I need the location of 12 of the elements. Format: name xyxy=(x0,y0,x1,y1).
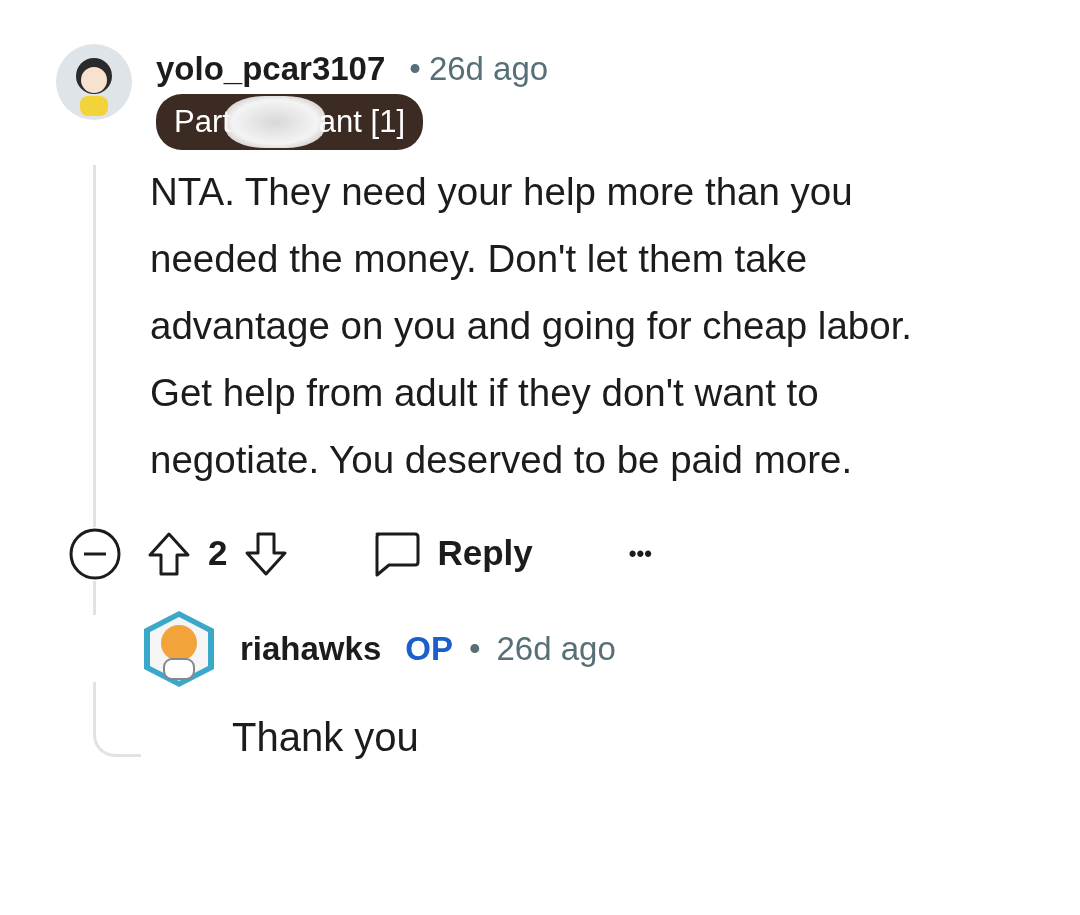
vote-count: 2 xyxy=(208,532,228,575)
comment-text: NTA. They need your help more than you needed the money. Don't let them take advantage on you and going for cheap labor. Get help from adult if they don't want to negotiate. You deserved to be paid more. xyxy=(150,168,914,483)
timestamp: 26d ago xyxy=(428,49,549,89)
timestamp: 26d ago xyxy=(496,628,616,669)
username-link[interactable]: riahawks xyxy=(240,623,382,674)
comment-text: Thank you xyxy=(232,713,420,761)
username-link[interactable]: yolo_pcar3107 xyxy=(156,44,386,94)
separator-dot: • xyxy=(409,49,421,89)
reply-button[interactable]: Reply xyxy=(371,527,533,580)
separator-dot: • xyxy=(468,628,481,669)
more-options-button[interactable]: ••• xyxy=(628,537,652,570)
op-label: OP xyxy=(405,628,453,669)
